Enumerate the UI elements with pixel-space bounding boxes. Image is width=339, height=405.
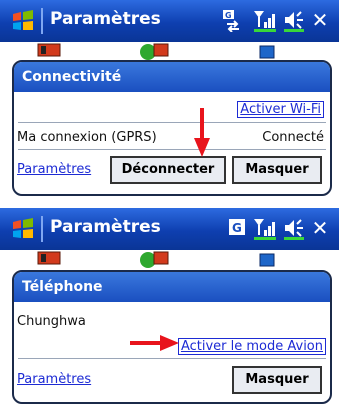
- airplane-mode-link[interactable]: Activer le mode Avion: [177, 338, 326, 355]
- connection-status: Connecté: [262, 130, 324, 145]
- signal-strength-icon[interactable]: [252, 8, 278, 34]
- red-arrow-down-icon: [194, 108, 210, 157]
- title-bar: Paramètres G ✕: [0, 208, 339, 250]
- svg-text:G: G: [225, 11, 232, 20]
- disconnect-button[interactable]: Déconnecter: [110, 156, 226, 184]
- settings-link[interactable]: Paramètres: [17, 372, 91, 387]
- globe-icon: [140, 251, 169, 268]
- data-connection-icon[interactable]: G: [221, 8, 243, 32]
- window-title: Paramètres: [50, 217, 161, 237]
- phone-icon: [37, 251, 61, 265]
- hide-button[interactable]: Masquer: [232, 366, 322, 394]
- volume-icon[interactable]: [283, 216, 307, 242]
- operator-name: Chunghwa: [17, 314, 86, 329]
- svg-text:G: G: [232, 221, 242, 235]
- activate-wifi-link[interactable]: Activer Wi-Fi: [237, 101, 324, 118]
- divider: [18, 149, 326, 150]
- connectivity-screen: Paramètres G ✕ Connectivité Activer Wi-F…: [0, 0, 339, 196]
- title-bar: Paramètres G ✕: [0, 0, 339, 42]
- close-icon[interactable]: ✕: [309, 217, 331, 239]
- device-icon: [259, 253, 275, 267]
- bubble-title: Connectivité: [14, 62, 330, 92]
- close-icon[interactable]: ✕: [309, 9, 331, 31]
- title-separator: [41, 8, 43, 34]
- red-arrow-right-icon: [130, 335, 179, 351]
- connection-name: Ma connexion (GPRS): [17, 130, 157, 145]
- windows-start-icon[interactable]: [9, 8, 37, 34]
- signal-strength-icon[interactable]: [252, 216, 278, 242]
- hide-button[interactable]: Masquer: [232, 156, 322, 184]
- settings-link[interactable]: Paramètres: [17, 162, 91, 177]
- gprs-icon[interactable]: G: [227, 216, 247, 238]
- connectivity-bubble: Connectivité Activer Wi-Fi Ma connexion …: [12, 60, 332, 196]
- volume-icon[interactable]: [283, 8, 307, 34]
- divider: [18, 122, 326, 123]
- windows-start-icon[interactable]: [9, 216, 37, 242]
- divider: [18, 358, 326, 359]
- bubble-title: Téléphone: [14, 272, 330, 302]
- title-separator: [41, 216, 43, 242]
- phone-screen: Paramètres G ✕ Téléphone Chunghwa Active…: [0, 208, 339, 404]
- window-title: Paramètres: [50, 9, 161, 29]
